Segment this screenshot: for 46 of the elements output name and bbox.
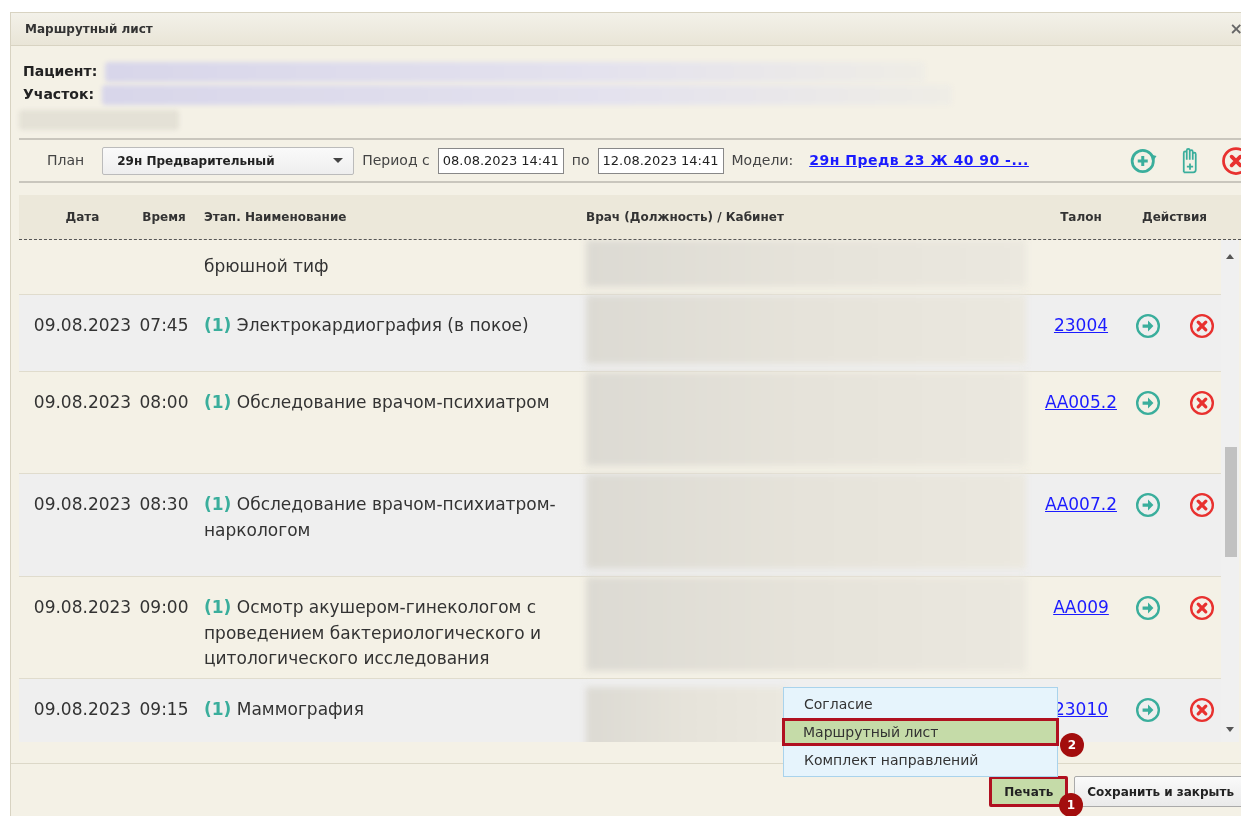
menu-item[interactable]: Согласие xyxy=(784,690,1057,718)
menu-item[interactable]: Комплект направлений xyxy=(784,746,1057,774)
period-label: Период с xyxy=(362,151,430,170)
talon-link[interactable]: АА009 xyxy=(1053,597,1109,617)
menu-item[interactable]: Маршрутный лист xyxy=(782,718,1059,746)
date-cell: 09.08.2023 xyxy=(33,494,132,514)
time-cell: 07:45 xyxy=(139,315,189,335)
stage-name: брюшной тиф xyxy=(204,256,329,276)
column-header: Этап. Наименование xyxy=(203,209,348,226)
talon-link[interactable]: АА007.2 xyxy=(1045,494,1117,514)
date-cell: 09.08.2023 xyxy=(33,597,132,617)
date-from-field[interactable]: 08.08.2023 14:41 xyxy=(437,147,564,174)
time-cell: 08:30 xyxy=(139,494,189,514)
step-marker: 1 xyxy=(1059,793,1083,816)
close-button[interactable]: × xyxy=(1229,17,1241,41)
column-header: Время xyxy=(141,209,187,226)
time-cell: 08:00 xyxy=(139,392,189,412)
district-label: Участок: xyxy=(23,85,94,104)
print-button[interactable]: Печать xyxy=(989,776,1069,807)
date-cell: 09.08.2023 xyxy=(33,315,132,335)
date-cell: 09.08.2023 xyxy=(33,392,132,412)
scrollbar[interactable] xyxy=(1221,240,1239,742)
date-cell: 09.08.2023 xyxy=(33,699,132,719)
date-to-field[interactable]: 12.08.2023 14:41 xyxy=(597,147,724,174)
save-close-button[interactable]: Сохранить и закрыть xyxy=(1074,776,1241,807)
talon-link[interactable]: 23004 xyxy=(1053,315,1109,335)
column-header: Дата xyxy=(64,209,101,226)
plan-select[interactable]: 29н Предварительный xyxy=(102,146,355,175)
step-marker: 2 xyxy=(1060,733,1084,757)
stage-name: (1) Обследование врачом-психиатром-наркологом xyxy=(204,494,556,540)
time-cell: 09:00 xyxy=(139,597,189,617)
column-header: Талон xyxy=(1059,209,1103,226)
window-title: Маршрутный лист xyxy=(25,21,153,38)
plan-label: План xyxy=(47,151,85,170)
to-label: по xyxy=(571,151,590,170)
stage-name: (1) Маммография xyxy=(204,699,364,719)
models-label: Модели: xyxy=(731,151,794,170)
stage-name: (1) Обследование врачом-психиатром xyxy=(204,392,550,412)
talon-link[interactable]: АА005.2 xyxy=(1045,392,1117,412)
stage-name: (1) Электрокардиография (в покое) xyxy=(204,315,529,335)
patient-label: Пациент: xyxy=(23,62,98,81)
time-cell: 09:15 xyxy=(139,699,189,719)
column-header: Врач (Должность) / Кабинет xyxy=(586,209,785,226)
stage-name: (1) Осмотр акушером-гинекологом с проведением бактериологического и цитологического исследования xyxy=(204,597,542,668)
models-link[interactable]: 29н Предв 23 Ж 40 90 -... xyxy=(809,150,1029,171)
column-header: Действия xyxy=(1141,209,1208,226)
